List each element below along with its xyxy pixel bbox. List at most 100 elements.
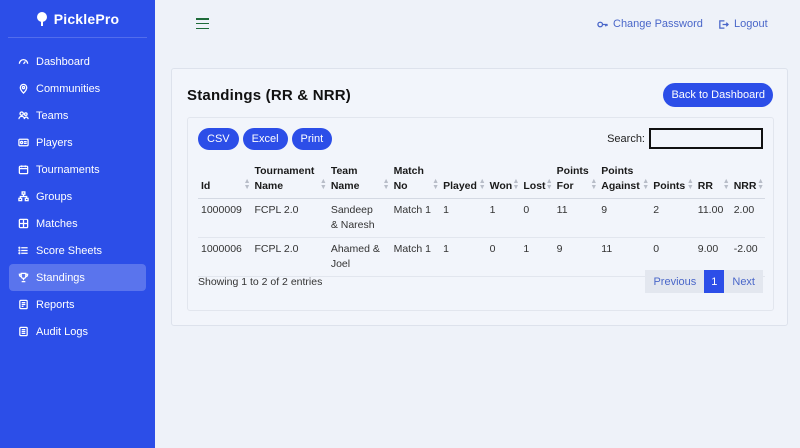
cell-text: Match 1: [393, 243, 431, 255]
change-password-link[interactable]: Change Password: [597, 18, 703, 30]
column-header[interactable]: Points Against ▲ ▼: [598, 162, 651, 199]
sidebar-item-standings[interactable]: Standings: [9, 264, 146, 291]
sidebar-item-communities[interactable]: Communities: [9, 75, 146, 102]
sort-icon: ▲ ▼: [642, 178, 650, 191]
sidebar-item-dashboard[interactable]: Dashboard: [9, 48, 146, 75]
cell-text: -2.00: [733, 243, 758, 255]
log-icon: [18, 326, 29, 337]
sidebar-item-groups[interactable]: Groups: [9, 183, 146, 210]
menu-toggle-icon[interactable]: [196, 18, 209, 29]
export-buttons: CSV Excel Print: [198, 128, 333, 150]
sidebar-item-players[interactable]: Players: [9, 129, 146, 156]
table-body: 1000009 FCPL 2.0 Sandeep & Naresh Match 1 1 1 0…: [198, 198, 765, 277]
column-header[interactable]: Team Name ▲ ▼: [327, 162, 391, 199]
sort-icon: ▲ ▼: [243, 178, 251, 191]
page-title: Standings (RR & NRR): [187, 87, 351, 104]
grid-icon: [18, 218, 29, 229]
csv-button[interactable]: CSV: [198, 128, 239, 150]
search-input[interactable]: [649, 128, 763, 149]
previous-page-button[interactable]: Previous: [645, 270, 705, 293]
sort-icon: ▲ ▼: [382, 178, 390, 191]
cell-text: 1: [443, 204, 449, 216]
trophy-icon: [18, 272, 29, 283]
column-header-label: Id: [201, 180, 211, 192]
table-panel: CSV Excel Print Search: Id ▲ ▼ Tournament Na…: [187, 117, 774, 311]
logout-label: Logout: [734, 18, 768, 30]
sidebar-item-matches[interactable]: Matches: [9, 210, 146, 237]
column-header[interactable]: NRR ▲ ▼: [730, 162, 765, 199]
sidebar-item-label: Reports: [36, 298, 75, 311]
key-icon: [597, 21, 608, 27]
sidebar-item-tournaments[interactable]: Tournaments: [9, 156, 146, 183]
column-header-label: Name: [330, 180, 360, 192]
sidebar-item-label: Matches: [36, 217, 78, 230]
table-cell: 2.00: [730, 198, 765, 238]
table-cell: 1: [440, 198, 487, 238]
table-cell: 9: [553, 237, 599, 277]
sidebar-item-reports[interactable]: Reports: [9, 291, 146, 318]
column-header[interactable]: Id ▲ ▼: [198, 162, 252, 199]
table-cell: FCPL 2.0: [251, 237, 328, 277]
page-1-button[interactable]: 1: [704, 270, 725, 293]
column-header[interactable]: Match No ▲ ▼: [390, 162, 441, 199]
column-header-label: For: [556, 180, 574, 192]
report-icon: [18, 299, 29, 310]
brand-name: PicklePro: [53, 10, 120, 27]
entries-info: Showing 1 to 2 of 2 entries: [198, 276, 323, 288]
sidebar-item-audit-logs[interactable]: Audit Logs: [9, 318, 146, 345]
users-icon: [18, 110, 29, 121]
column-header[interactable]: Points For ▲ ▼: [553, 162, 599, 199]
table-cell: 2: [650, 198, 695, 238]
sort-icon: ▲ ▼: [432, 178, 440, 191]
brand[interactable]: PicklePro: [8, 0, 147, 38]
column-header[interactable]: Lost ▲ ▼: [520, 162, 554, 199]
column-header-label: Points: [556, 165, 589, 177]
sort-icon: ▲ ▼: [757, 178, 764, 191]
column-header[interactable]: Played ▲ ▼: [440, 162, 487, 199]
logout-link[interactable]: Logout: [718, 18, 768, 30]
sort-icon: ▲ ▼: [686, 178, 694, 191]
next-page-button[interactable]: Next: [724, 270, 763, 293]
table-cell: Match 1: [390, 237, 441, 277]
cell-text: 9: [601, 204, 608, 216]
column-header-label: Points: [601, 165, 634, 177]
column-header[interactable]: Points ▲ ▼: [650, 162, 695, 199]
sidebar-item-score-sheets[interactable]: Score Sheets: [9, 237, 146, 264]
cell-text: 1: [523, 243, 530, 255]
gauge-icon: [18, 56, 29, 67]
sort-icon: ▲ ▼: [478, 178, 486, 191]
table-cell: Sandeep & Naresh: [327, 198, 391, 238]
sidebar-item-label: Standings: [36, 271, 85, 284]
cell-text: 0: [523, 204, 530, 216]
table-cell: Ahamed & Joel: [327, 237, 391, 277]
cell-text: 11.00: [697, 204, 724, 216]
sidebar-item-label: Dashboard: [36, 55, 90, 68]
sidebar-nav: Dashboard Communities Teams Players Tourname…: [0, 38, 155, 345]
column-header[interactable]: Tournament Name ▲ ▼: [251, 162, 328, 199]
back-to-dashboard-button[interactable]: Back to Dashboard: [663, 83, 773, 107]
sitemap-icon: [18, 191, 29, 202]
cell-text: 1: [489, 204, 496, 216]
change-password-label: Change Password: [613, 18, 703, 30]
column-header[interactable]: Won ▲ ▼: [486, 162, 521, 199]
cell-text: 9.00: [697, 243, 719, 255]
column-header-label: Tournament: [254, 165, 315, 177]
sort-icon: ▲ ▼: [722, 178, 730, 191]
sidebar-item-teams[interactable]: Teams: [9, 102, 146, 129]
standings-card: Standings (RR & NRR) Back to Dashboard C…: [171, 68, 788, 326]
table-cell: 0: [520, 198, 554, 238]
column-header[interactable]: RR ▲ ▼: [694, 162, 731, 199]
cell-text: 2.00: [733, 204, 755, 216]
cell-text: 0: [489, 243, 496, 255]
pickleball-paddle-icon: [36, 11, 47, 26]
table-row: 1000009 FCPL 2.0 Sandeep & Naresh Match 1110…: [198, 198, 765, 238]
cell-text: 2: [653, 204, 660, 216]
excel-button[interactable]: Excel: [242, 128, 288, 150]
print-button[interactable]: Print: [291, 128, 333, 150]
cell-text: FCPL 2.0: [254, 243, 299, 255]
sort-icon: ▲ ▼: [590, 178, 598, 191]
table-cell: 1: [486, 198, 521, 238]
cell-text: 1000009: [201, 204, 242, 216]
id-card-icon: [18, 137, 29, 148]
column-header-label: Lost: [523, 180, 546, 192]
